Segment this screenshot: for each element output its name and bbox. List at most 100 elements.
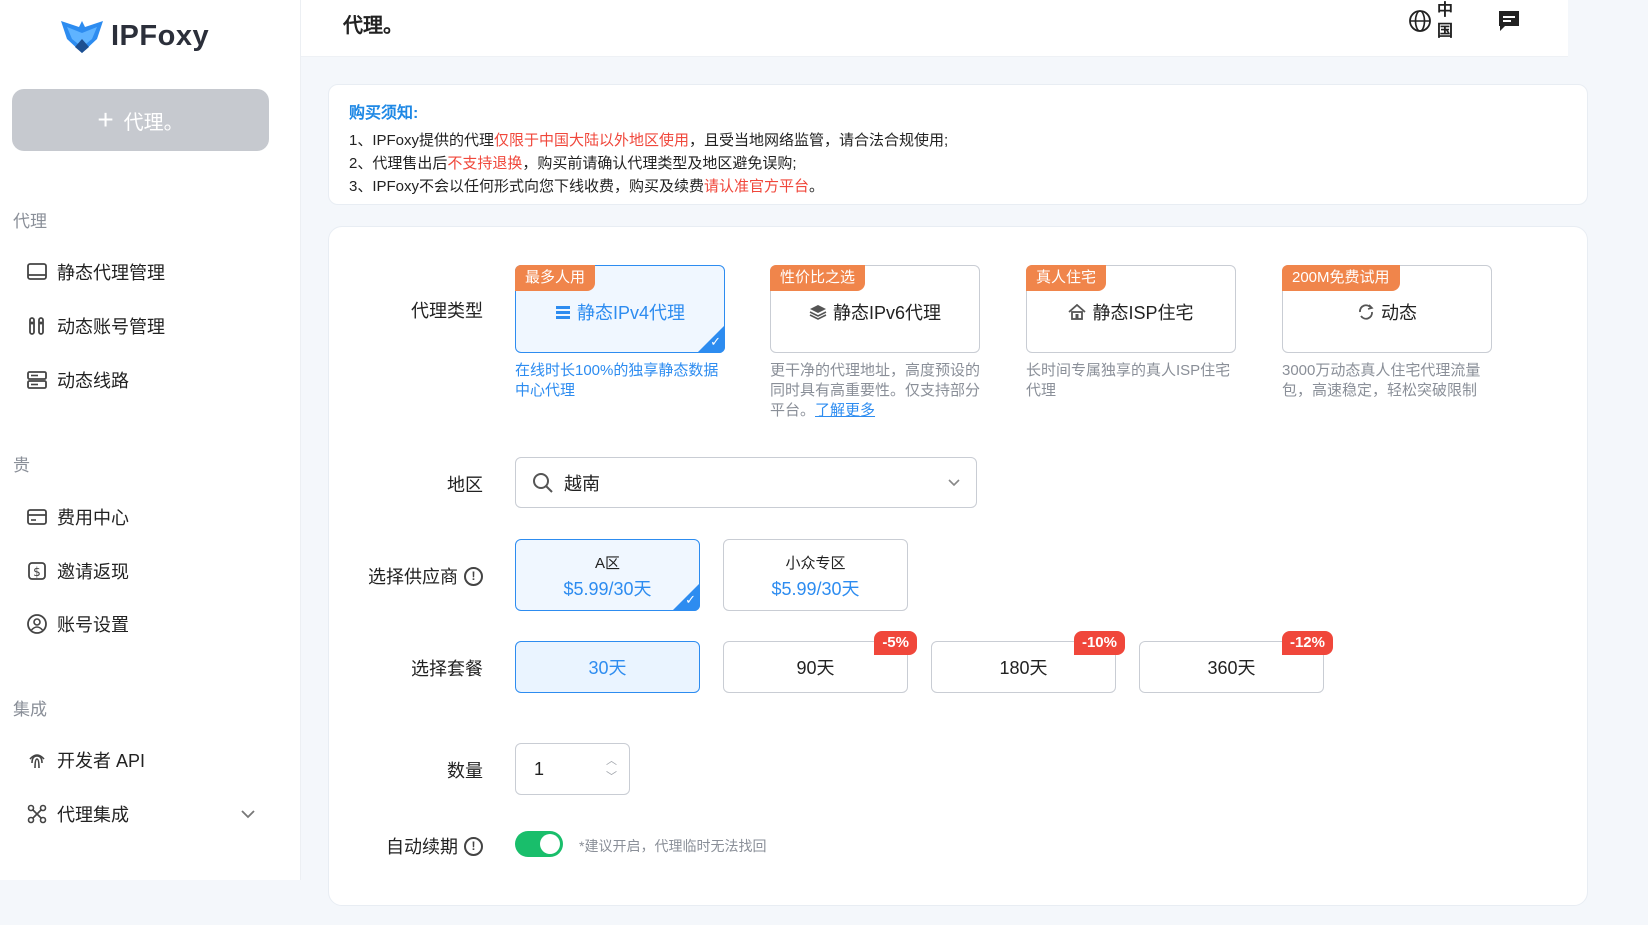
sidebar-item-billing-center[interactable]: 费用中心	[26, 504, 129, 530]
info-icon[interactable]: !	[464, 566, 483, 586]
quantity-value: 1	[534, 758, 545, 779]
plan-label-text: 180天	[999, 658, 1048, 678]
sidebar-item-label: 代理集成	[57, 805, 129, 825]
add-proxy-label: 代理。	[123, 111, 184, 134]
chevron-down-icon[interactable]: ﹀	[606, 769, 617, 785]
sidebar-item-dynamic-account[interactable]: 动态账号管理	[26, 313, 165, 339]
type-tag: 真人住宅	[1026, 265, 1107, 291]
auto-renew-label-text: 自动续期	[386, 837, 458, 857]
sidebar-item-label: 静态代理管理	[57, 263, 165, 283]
supplier-price: $5.99/30天	[771, 579, 860, 599]
type-name-text: 静态IPv6代理	[832, 303, 942, 323]
type-name: 静态IPv4代理	[516, 299, 724, 325]
plus-icon: +	[97, 104, 114, 135]
proxy-type-static-isp[interactable]: 真人住宅 静态ISP住宅	[1026, 265, 1236, 353]
info-icon[interactable]: !	[464, 836, 483, 856]
type-tag: 200M免费试用	[1282, 265, 1400, 291]
sidebar-item-account-settings[interactable]: 账号设置	[26, 611, 129, 637]
sidebar-item-invite-cashback[interactable]: $ 邀请返现	[26, 558, 129, 584]
server-icon	[27, 371, 47, 389]
language-label-line1: 中	[1436, 2, 1453, 19]
sidebar-item-developer-api[interactable]: 开发者 API	[26, 747, 145, 773]
page-title: 代理。	[343, 15, 403, 37]
monitor-icon	[27, 263, 47, 280]
refresh-icon	[1359, 304, 1374, 320]
plan-option-180[interactable]: 180天 -10%	[931, 631, 1125, 693]
section-title-proxy: 代理	[13, 212, 47, 231]
proxy-type-static-ipv4[interactable]: 最多人用 静态IPv4代理 ✓	[515, 265, 725, 353]
plan-option-30[interactable]: 30天	[515, 641, 700, 693]
notice-highlight: 仅限于中国大陆以外地区使用	[494, 132, 690, 149]
notice-text: 3、IPFoxy不会以任何形式向您下线收费，购买及续费	[349, 178, 705, 195]
type-tag: 性价比之选	[770, 265, 866, 291]
sidebar-item-label: 动态账号管理	[57, 317, 165, 337]
type-description: 3000万动态真人住宅代理流量包，高速稳定，轻松突破限制	[1282, 362, 1481, 399]
sidebar-item-label: 邀请返现	[57, 562, 129, 582]
language-label: 中 国	[1436, 0, 1454, 42]
region-label: 地区	[447, 475, 483, 495]
quantity-stepper[interactable]: 1 ︿ ﹀	[515, 743, 630, 795]
sliders-icon	[29, 317, 44, 335]
quantity-label: 数量	[447, 761, 483, 781]
supplier-option-niche[interactable]: 小众专区 $5.99/30天	[723, 539, 908, 611]
server-stack-icon	[555, 306, 570, 319]
message-icon[interactable]	[1496, 8, 1522, 34]
type-name: 静态ISP住宅	[1027, 299, 1235, 325]
auto-renew-label: 自动续期 !	[386, 833, 483, 859]
supplier-name: 小众专区	[785, 555, 846, 572]
supplier-name: A区	[594, 555, 620, 572]
proxy-type-static-ipv6[interactable]: 性价比之选 静态IPv6代理	[770, 265, 980, 353]
check-icon: ✓	[685, 592, 696, 607]
sidebar-item-static-proxy[interactable]: 静态代理管理	[26, 259, 165, 285]
type-name-text: 动态	[1381, 303, 1417, 323]
plan-label-text: 360天	[1207, 658, 1256, 678]
type-description: 更干净的代理地址，高度预设的同时具有高重要性。仅支持部分平台。了解更多	[770, 361, 980, 421]
chevron-down-icon[interactable]	[240, 806, 256, 822]
type-name-text: 静态ISP住宅	[1092, 303, 1194, 323]
section-title-integration: 集成	[13, 700, 47, 719]
notice-text: 2、代理售出后	[349, 155, 448, 172]
fox-logo-icon	[61, 21, 103, 53]
stepper-arrows[interactable]: ︿ ﹀	[606, 753, 617, 785]
proxy-type-label: 代理类型	[411, 301, 483, 321]
supplier-option-a[interactable]: A区 $5.99/30天 ✓	[515, 539, 700, 611]
notice-text: ，购买前请确认代理类型及地区避免误购;	[522, 155, 797, 172]
purchase-notice: 购买须知: 1、IPFoxy提供的代理仅限于中国大陆以外地区使用，且受当地网络监…	[328, 84, 1588, 205]
layers-icon	[809, 305, 827, 320]
language-switcher[interactable]: 中 国	[1408, 0, 1454, 42]
type-tag: 最多人用	[515, 265, 596, 291]
sidebar-item-label: 开发者 API	[57, 751, 146, 771]
notice-highlight: 不支持退换	[447, 155, 523, 172]
region-select[interactable]: 越南	[515, 457, 977, 508]
learn-more-link[interactable]: 了解更多	[815, 402, 875, 419]
dollar-icon: $	[28, 562, 46, 580]
section-title-billing: 贵	[13, 456, 30, 475]
plan-label: 选择套餐	[411, 659, 483, 679]
auto-renew-toggle[interactable]	[515, 831, 563, 857]
notice-highlight: 请认准官方平台	[704, 178, 810, 195]
sidebar-item-dynamic-route[interactable]: 动态线路	[26, 367, 129, 393]
sidebar-item-label: 账号设置	[57, 615, 129, 635]
type-description: 在线时长100%的独享静态数据中心代理	[515, 362, 719, 399]
notice-line-2: 2、代理售出后不支持退换，购买前请确认代理类型及地区避免误购;	[349, 152, 797, 173]
purchase-form: 代理类型 最多人用 静态IPv4代理 ✓ 在线时长100%的独享静态数据中心代理…	[328, 226, 1588, 906]
plan-option-90[interactable]: 90天 -5%	[723, 631, 917, 693]
notice-title: 购买须知:	[349, 105, 419, 122]
region-value: 越南	[564, 473, 600, 494]
sidebar-item-proxy-integration[interactable]: 代理集成	[26, 801, 129, 827]
plan-option-360[interactable]: 360天 -12%	[1139, 631, 1333, 693]
sidebar-item-label: 费用中心	[57, 508, 129, 528]
brand-logo[interactable]: IPFoxy	[59, 17, 209, 55]
user-circle-icon	[27, 614, 47, 634]
top-header: 代理。 中 国	[301, 0, 1568, 57]
globe-icon	[1409, 10, 1431, 32]
notice-text: ，且受当地网络监管，请合法合规使用;	[689, 132, 949, 149]
supplier-label: 选择供应商 !	[368, 563, 483, 589]
home-icon	[1068, 304, 1087, 320]
chevron-down-icon	[948, 479, 960, 487]
add-proxy-button[interactable]: + 代理。	[12, 89, 269, 151]
proxy-type-dynamic[interactable]: 200M免费试用 动态	[1282, 265, 1492, 353]
svg-text:$: $	[33, 565, 41, 579]
type-name: 动态	[1283, 299, 1491, 325]
chevron-up-icon[interactable]: ︿	[606, 753, 617, 769]
